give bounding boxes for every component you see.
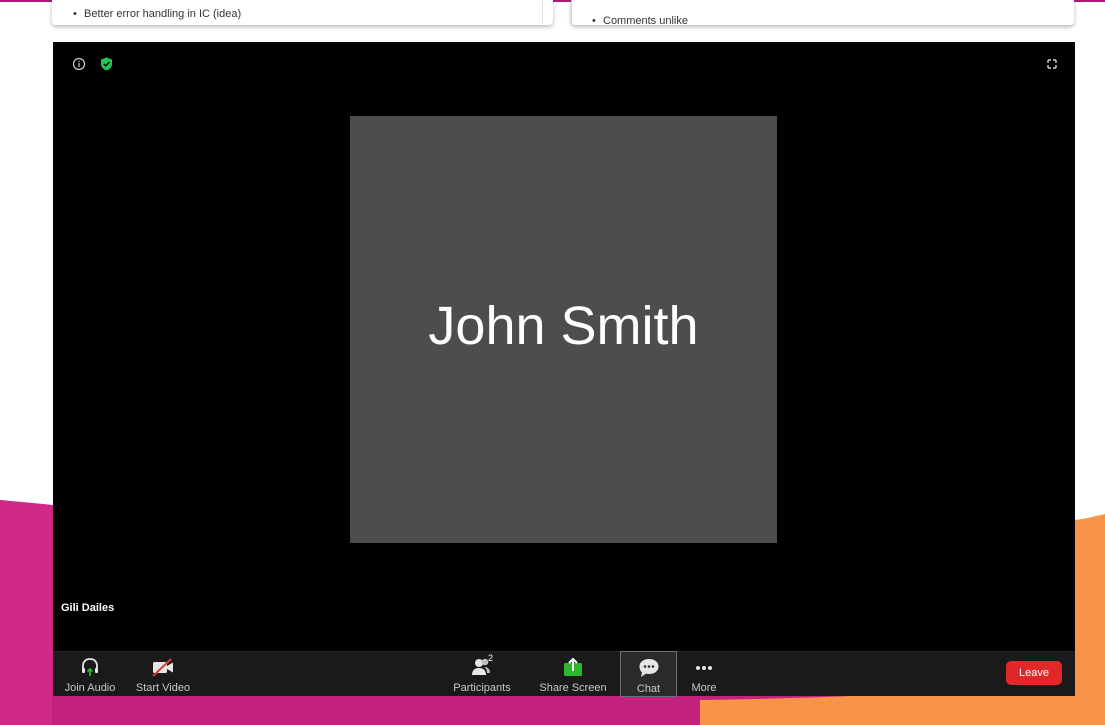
participant-video-tile[interactable]: John Smith [350,116,777,543]
chat-button[interactable]: Chat [620,651,677,697]
fullscreen-icon[interactable] [1045,57,1059,71]
note-card-right: Comments unlike [571,0,1074,25]
card-divider [542,0,543,25]
join-audio-label: Join Audio [64,682,116,694]
meeting-toolbar: Join Audio Start Video 2 Participants Sh… [53,651,1075,697]
start-video-label: Start Video [135,682,191,694]
chat-label: Chat [636,683,661,695]
more-label: More [691,682,717,694]
info-icon[interactable] [72,57,86,71]
meeting-window: John Smith Gili Dailes Join Audio Start … [53,42,1075,697]
more-dots-icon [696,666,712,670]
participant-name: John Smith [428,295,699,356]
shield-check-icon[interactable] [100,57,113,71]
headphones-icon [82,658,98,676]
video-off-icon [152,658,173,677]
note-bullet-item: Comments unlike [592,15,688,25]
share-screen-button[interactable]: Share Screen [537,652,609,696]
participants-label: Participants [453,682,511,694]
share-screen-icon [564,657,582,676]
note-card-left: Better error handling in IC (idea) [52,0,553,25]
self-name-label: Gili Dailes [61,602,115,614]
card-edge [571,0,572,25]
start-video-button[interactable]: Start Video [133,652,193,696]
chat-bubble-icon [639,659,658,677]
participants-button[interactable]: 2 Participants [449,652,515,696]
participants-count: 2 [488,653,494,663]
share-screen-label: Share Screen [539,682,607,694]
note-bullet-item: Better error handling in IC (idea) [73,8,241,20]
more-button[interactable]: More [681,652,727,696]
join-audio-button[interactable]: Join Audio [61,652,119,696]
leave-button[interactable]: Leave [1006,661,1062,685]
